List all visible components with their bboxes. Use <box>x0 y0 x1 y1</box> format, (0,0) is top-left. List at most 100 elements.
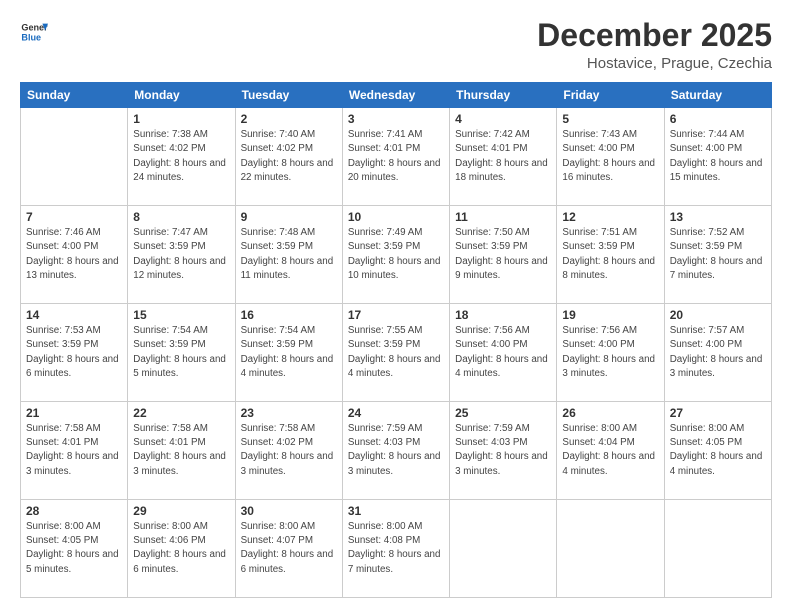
calendar-cell: 20Sunrise: 7:57 AM Sunset: 4:00 PM Dayli… <box>664 304 771 402</box>
day-info: Sunrise: 8:00 AM Sunset: 4:04 PM Dayligh… <box>562 422 658 479</box>
calendar-cell: 21 Sunrise: 7:58 AM Sunset: 4:01 PM Dayli… <box>21 402 128 500</box>
day-number: 24 <box>348 406 444 420</box>
title-block: December 2025 Hostavice, Prague, Czechia <box>537 18 772 72</box>
day-number: 7 <box>26 210 122 224</box>
calendar-cell: 2Sunrise: 7:40 AM Sunset: 4:02 PM Daylig… <box>235 108 342 206</box>
day-number: 3 <box>348 112 444 126</box>
col-wednesday: Wednesday <box>342 83 449 108</box>
calendar-cell: 31Sunrise: 8:00 AM Sunset: 4:08 PM Dayli… <box>342 500 449 598</box>
calendar-cell: 4 Sunrise: 7:42 AM Sunset: 4:01 PM Daylig… <box>450 108 557 206</box>
day-info: Sunrise: 7:54 AM Sunset: 3:59 PM Dayligh… <box>133 324 229 381</box>
day-number: 25 <box>455 406 551 420</box>
day-number: 9 <box>241 210 337 224</box>
day-info: Sunrise: 7:50 AM Sunset: 3:59 PM Dayligh… <box>455 226 551 283</box>
day-number: 28 <box>26 504 122 518</box>
calendar-cell: 27 Sunrise: 8:00 AM Sunset: 4:05 PM Dayli… <box>664 402 771 500</box>
day-info: Sunrise: 7:56 AM Sunset: 4:00 PM Dayligh… <box>455 324 551 381</box>
col-sunday: Sunday <box>21 83 128 108</box>
calendar-week-row: 21 Sunrise: 7:58 AM Sunset: 4:01 PM Dayli… <box>21 402 772 500</box>
day-number: 30 <box>241 504 337 518</box>
calendar-cell: 26Sunrise: 8:00 AM Sunset: 4:04 PM Dayli… <box>557 402 664 500</box>
calendar-cell: 8 Sunrise: 7:47 AM Sunset: 3:59 PM Daylig… <box>128 206 235 304</box>
calendar-cell: 3 Sunrise: 7:41 AM Sunset: 4:01 PM Daylig… <box>342 108 449 206</box>
calendar-cell: 11 Sunrise: 7:50 AM Sunset: 3:59 PM Dayli… <box>450 206 557 304</box>
day-info: Sunrise: 7:38 AM Sunset: 4:02 PM Dayligh… <box>133 128 229 185</box>
day-number: 6 <box>670 112 766 126</box>
calendar-cell: 24 Sunrise: 7:59 AM Sunset: 4:03 PM Dayli… <box>342 402 449 500</box>
logo-icon: General Blue <box>20 18 48 46</box>
calendar-cell: 12Sunrise: 7:51 AM Sunset: 3:59 PM Dayli… <box>557 206 664 304</box>
day-info: Sunrise: 7:56 AM Sunset: 4:00 PM Dayligh… <box>562 324 658 381</box>
calendar-cell: 6 Sunrise: 7:44 AM Sunset: 4:00 PM Daylig… <box>664 108 771 206</box>
calendar-week-row: 14 Sunrise: 7:53 AM Sunset: 3:59 PM Dayli… <box>21 304 772 402</box>
day-number: 23 <box>241 406 337 420</box>
day-info: Sunrise: 8:00 AM Sunset: 4:05 PM Dayligh… <box>670 422 766 479</box>
calendar-cell: 15Sunrise: 7:54 AM Sunset: 3:59 PM Dayli… <box>128 304 235 402</box>
day-number: 10 <box>348 210 444 224</box>
day-info: Sunrise: 7:44 AM Sunset: 4:00 PM Dayligh… <box>670 128 766 185</box>
calendar-cell: 5 Sunrise: 7:43 AM Sunset: 4:00 PM Daylig… <box>557 108 664 206</box>
calendar-cell <box>450 500 557 598</box>
calendar-cell: 1 Sunrise: 7:38 AM Sunset: 4:02 PM Daylig… <box>128 108 235 206</box>
svg-text:Blue: Blue <box>21 32 41 42</box>
day-number: 16 <box>241 308 337 322</box>
day-info: Sunrise: 8:00 AM Sunset: 4:07 PM Dayligh… <box>241 520 337 577</box>
day-number: 27 <box>670 406 766 420</box>
logo: General Blue <box>20 18 48 46</box>
calendar-week-row: 1 Sunrise: 7:38 AM Sunset: 4:02 PM Daylig… <box>21 108 772 206</box>
day-info: Sunrise: 7:59 AM Sunset: 4:03 PM Dayligh… <box>455 422 551 479</box>
day-number: 19 <box>562 308 658 322</box>
day-info: Sunrise: 7:51 AM Sunset: 3:59 PM Dayligh… <box>562 226 658 283</box>
calendar-week-row: 28Sunrise: 8:00 AM Sunset: 4:05 PM Dayli… <box>21 500 772 598</box>
calendar-cell <box>557 500 664 598</box>
day-number: 4 <box>455 112 551 126</box>
calendar-cell <box>664 500 771 598</box>
calendar-cell: 29 Sunrise: 8:00 AM Sunset: 4:06 PM Dayli… <box>128 500 235 598</box>
calendar-cell: 10 Sunrise: 7:49 AM Sunset: 3:59 PM Dayli… <box>342 206 449 304</box>
day-info: Sunrise: 7:42 AM Sunset: 4:01 PM Dayligh… <box>455 128 551 185</box>
calendar-cell <box>21 108 128 206</box>
day-info: Sunrise: 7:55 AM Sunset: 3:59 PM Dayligh… <box>348 324 444 381</box>
page-container: General Blue December 2025 Hostavice, Pr… <box>0 0 792 612</box>
calendar-cell: 13 Sunrise: 7:52 AM Sunset: 3:59 PM Dayli… <box>664 206 771 304</box>
day-number: 8 <box>133 210 229 224</box>
col-saturday: Saturday <box>664 83 771 108</box>
calendar-header-row: Sunday Monday Tuesday Wednesday Thursday… <box>21 83 772 108</box>
day-info: Sunrise: 7:47 AM Sunset: 3:59 PM Dayligh… <box>133 226 229 283</box>
calendar-cell: 9 Sunrise: 7:48 AM Sunset: 3:59 PM Daylig… <box>235 206 342 304</box>
day-info: Sunrise: 7:52 AM Sunset: 3:59 PM Dayligh… <box>670 226 766 283</box>
day-info: Sunrise: 7:43 AM Sunset: 4:00 PM Dayligh… <box>562 128 658 185</box>
calendar-cell: 18 Sunrise: 7:56 AM Sunset: 4:00 PM Dayli… <box>450 304 557 402</box>
col-friday: Friday <box>557 83 664 108</box>
day-number: 29 <box>133 504 229 518</box>
day-info: Sunrise: 7:54 AM Sunset: 3:59 PM Dayligh… <box>241 324 337 381</box>
day-info: Sunrise: 7:41 AM Sunset: 4:01 PM Dayligh… <box>348 128 444 185</box>
day-number: 1 <box>133 112 229 126</box>
day-number: 18 <box>455 308 551 322</box>
col-tuesday: Tuesday <box>235 83 342 108</box>
day-info: Sunrise: 7:59 AM Sunset: 4:03 PM Dayligh… <box>348 422 444 479</box>
day-number: 14 <box>26 308 122 322</box>
col-thursday: Thursday <box>450 83 557 108</box>
calendar-cell: 16 Sunrise: 7:54 AM Sunset: 3:59 PM Dayli… <box>235 304 342 402</box>
day-number: 5 <box>562 112 658 126</box>
page-title: December 2025 <box>537 18 772 53</box>
day-number: 2 <box>241 112 337 126</box>
calendar-cell: 19 Sunrise: 7:56 AM Sunset: 4:00 PM Dayli… <box>557 304 664 402</box>
day-number: 13 <box>670 210 766 224</box>
calendar-cell: 14 Sunrise: 7:53 AM Sunset: 3:59 PM Dayli… <box>21 304 128 402</box>
calendar-cell: 28Sunrise: 8:00 AM Sunset: 4:05 PM Dayli… <box>21 500 128 598</box>
day-info: Sunrise: 7:58 AM Sunset: 4:01 PM Dayligh… <box>26 422 122 479</box>
day-number: 11 <box>455 210 551 224</box>
day-number: 17 <box>348 308 444 322</box>
day-info: Sunrise: 7:48 AM Sunset: 3:59 PM Dayligh… <box>241 226 337 283</box>
day-info: Sunrise: 7:49 AM Sunset: 3:59 PM Dayligh… <box>348 226 444 283</box>
day-info: Sunrise: 7:53 AM Sunset: 3:59 PM Dayligh… <box>26 324 122 381</box>
day-number: 21 <box>26 406 122 420</box>
header: General Blue December 2025 Hostavice, Pr… <box>20 18 772 72</box>
col-monday: Monday <box>128 83 235 108</box>
calendar-table: Sunday Monday Tuesday Wednesday Thursday… <box>20 82 772 598</box>
day-info: Sunrise: 8:00 AM Sunset: 4:06 PM Dayligh… <box>133 520 229 577</box>
calendar-week-row: 7Sunrise: 7:46 AM Sunset: 4:00 PM Daylig… <box>21 206 772 304</box>
day-number: 31 <box>348 504 444 518</box>
